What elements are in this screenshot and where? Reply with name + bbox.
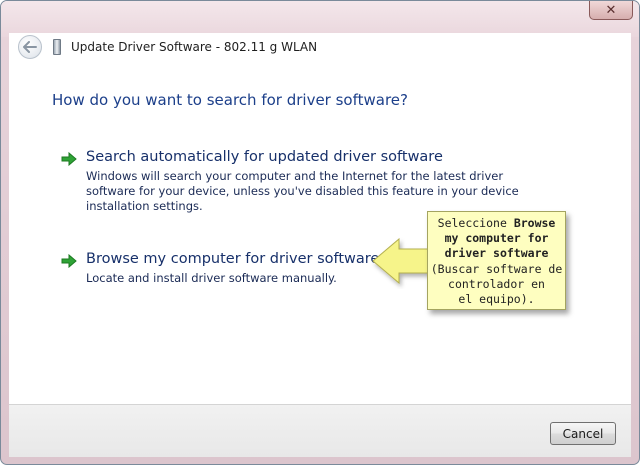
dialog-footer: Cancel (9, 404, 631, 457)
option-title[interactable]: Search automatically for updated driver … (86, 149, 443, 165)
callout-box: Seleccione Browse my computer for driver… (427, 211, 566, 310)
close-button[interactable]: ✕ (589, 1, 633, 20)
back-arrow-icon (23, 41, 37, 53)
callout-line: driver software (444, 246, 549, 261)
title-bar: ✕ (1, 1, 639, 37)
nav-bar: Update Driver Software - 802.11 g WLAN (9, 33, 631, 66)
callout-line: controlador en (448, 276, 545, 291)
callout-line: my computer for (444, 231, 549, 246)
window-title: Update Driver Software - 802.11 g WLAN (71, 40, 318, 54)
callout-line: Seleccione Browse (437, 216, 556, 230)
close-icon: ✕ (605, 2, 617, 18)
option-title[interactable]: Browse my computer for driver software (86, 251, 379, 267)
callout-line: el equipo). (458, 292, 535, 307)
network-device-icon (53, 39, 61, 55)
dialog-window: ✕ Update Driver Software - 802.11 g WLAN… (0, 0, 640, 465)
callout-bold-text: Browse (513, 216, 556, 230)
callout-arrow-icon (372, 237, 432, 285)
callout-annotation: Seleccione Browse my computer for driver… (371, 211, 569, 311)
page-heading: How do you want to search for driver sof… (52, 91, 408, 109)
back-button[interactable] (18, 35, 42, 59)
cancel-button[interactable]: Cancel (550, 422, 616, 445)
callout-line: (Buscar software de (430, 261, 563, 276)
green-arrow-icon (61, 254, 77, 268)
option-description: Windows will search your computer and th… (86, 169, 519, 213)
green-arrow-icon (61, 152, 77, 166)
